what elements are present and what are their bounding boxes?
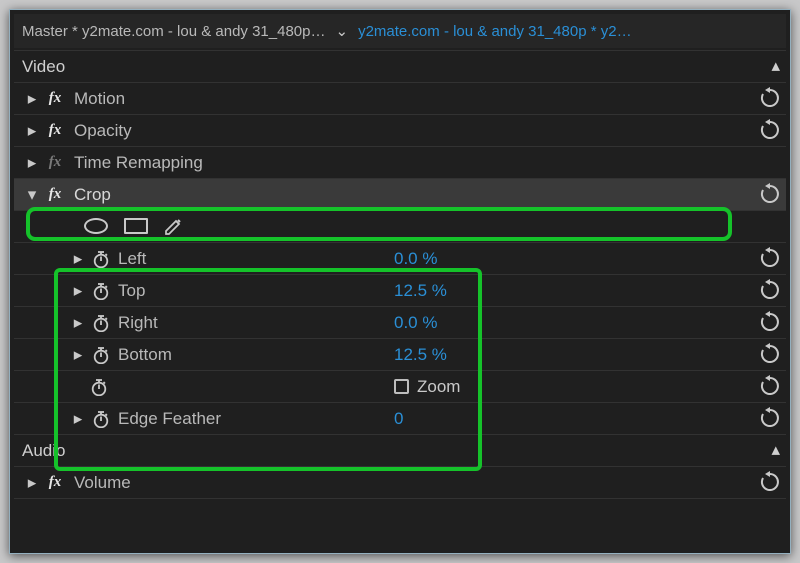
param-zoom[interactable]: Zoom — [14, 370, 786, 402]
effect-time-remapping[interactable]: ▸ fx Time Remapping — [14, 146, 786, 178]
stopwatch-icon[interactable] — [90, 346, 112, 364]
param-right-value[interactable]: 0.0 % — [394, 313, 437, 333]
reset-button[interactable] — [758, 119, 780, 139]
effect-volume[interactable]: ▸ fx Volume — [14, 466, 786, 498]
param-right[interactable]: ▸ Right 0.0 % — [14, 306, 786, 338]
param-top-value[interactable]: 12.5 % — [394, 281, 447, 301]
collapse-up-icon[interactable]: ▴ — [771, 440, 780, 460]
effect-time-remapping-label: Time Remapping — [74, 153, 203, 173]
stopwatch-icon[interactable] — [90, 314, 112, 332]
effect-volume-label: Volume — [74, 473, 131, 493]
section-video[interactable]: Video ▴ — [14, 50, 786, 82]
chevron-right-icon[interactable]: ▸ — [70, 281, 86, 301]
stopwatch-icon[interactable] — [90, 410, 112, 428]
chevron-right-icon[interactable]: ▸ — [70, 249, 86, 269]
stopwatch-icon[interactable] — [88, 378, 110, 396]
reset-button[interactable] — [758, 87, 780, 107]
reset-button[interactable] — [758, 343, 780, 363]
param-right-label: Right — [118, 313, 158, 333]
section-video-label: Video — [22, 57, 65, 77]
mask-rectangle-icon[interactable] — [124, 218, 148, 234]
chevron-right-icon[interactable]: ▸ — [24, 473, 40, 493]
param-left[interactable]: ▸ Left 0.0 % — [14, 242, 786, 274]
section-audio-label: Audio — [22, 441, 65, 461]
chevron-right-icon[interactable]: ▸ — [70, 409, 86, 429]
param-left-value[interactable]: 0.0 % — [394, 249, 437, 269]
param-bottom[interactable]: ▸ Bottom 12.5 % — [14, 338, 786, 370]
stopwatch-icon[interactable] — [90, 250, 112, 268]
reset-button[interactable] — [758, 375, 780, 395]
tab-master[interactable]: Master * y2mate.com - lou & andy 31_480p… — [22, 23, 326, 40]
fx-badge-icon[interactable]: fx — [44, 186, 66, 203]
param-bottom-label: Bottom — [118, 345, 172, 365]
param-top-label: Top — [118, 281, 145, 301]
tab-dropdown-caret[interactable]: ⌄ — [334, 22, 351, 40]
chevron-right-icon[interactable]: ▸ — [24, 153, 40, 173]
param-edge-feather-label: Edge Feather — [118, 409, 221, 429]
fx-badge-icon[interactable]: fx — [44, 474, 66, 491]
chevron-right-icon[interactable]: ▸ — [70, 345, 86, 365]
section-audio[interactable]: Audio ▴ — [14, 434, 786, 466]
tab-source-link[interactable]: y2mate.com - lou & andy 31_480p * y2… — [358, 23, 632, 40]
reset-button[interactable] — [758, 311, 780, 331]
effect-crop-label: Crop — [74, 185, 111, 205]
reset-button[interactable] — [758, 279, 780, 299]
collapse-up-icon[interactable]: ▴ — [771, 56, 780, 76]
param-edge-feather-value[interactable]: 0 — [394, 409, 403, 429]
chevron-right-icon[interactable]: ▸ — [24, 121, 40, 141]
chevron-down-icon[interactable]: ▾ — [24, 185, 40, 205]
effect-opacity-label: Opacity — [74, 121, 132, 141]
mask-ellipse-icon[interactable] — [84, 218, 108, 234]
source-tabs: Master * y2mate.com - lou & andy 31_480p… — [14, 14, 786, 48]
crop-mask-tools — [14, 210, 786, 242]
reset-button[interactable] — [758, 247, 780, 267]
param-bottom-value[interactable]: 12.5 % — [394, 345, 447, 365]
chevron-right-icon[interactable]: ▸ — [70, 313, 86, 333]
fx-badge-icon[interactable]: fx — [44, 90, 66, 107]
reset-button[interactable] — [758, 183, 780, 203]
param-edge-feather[interactable]: ▸ Edge Feather 0 — [14, 402, 786, 434]
effect-motion-label: Motion — [74, 89, 125, 109]
effect-opacity[interactable]: ▸ fx Opacity — [14, 114, 786, 146]
param-left-label: Left — [118, 249, 146, 269]
param-top[interactable]: ▸ Top 12.5 % — [14, 274, 786, 306]
reset-button[interactable] — [758, 407, 780, 427]
fx-badge-icon[interactable]: fx — [44, 154, 66, 171]
pen-tool-icon[interactable] — [164, 218, 182, 236]
effect-crop[interactable]: ▾ fx Crop — [14, 178, 786, 210]
param-zoom-label: Zoom — [417, 377, 460, 397]
effect-motion[interactable]: ▸ fx Motion — [14, 82, 786, 114]
stopwatch-icon[interactable] — [90, 282, 112, 300]
zoom-checkbox[interactable] — [394, 379, 409, 394]
reset-button[interactable] — [758, 471, 780, 491]
fx-badge-icon[interactable]: fx — [44, 122, 66, 139]
chevron-right-icon[interactable]: ▸ — [24, 89, 40, 109]
